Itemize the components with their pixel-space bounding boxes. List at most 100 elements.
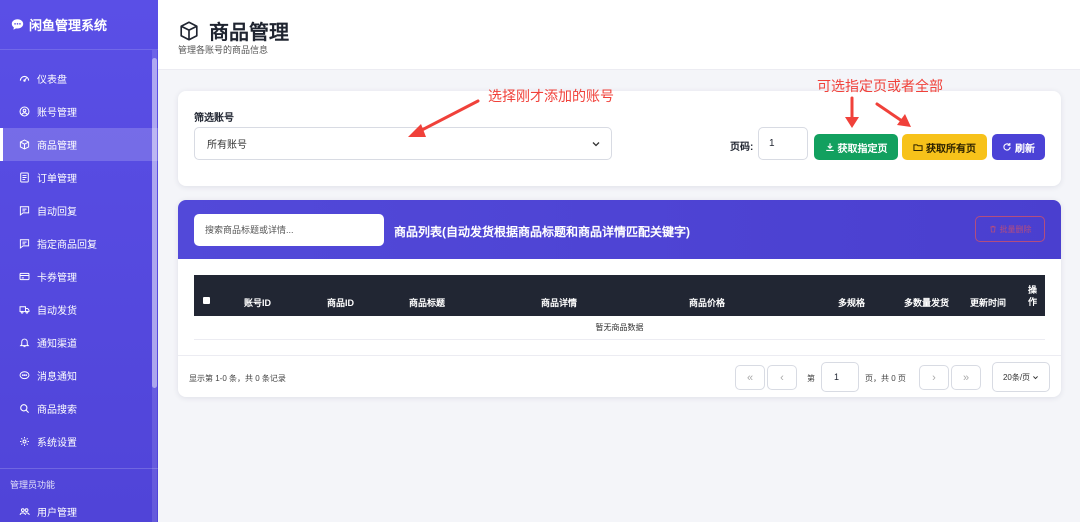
page-total: 页，共 0 页	[865, 374, 906, 383]
sidebar-item-notify-channels[interactable]: 通知渠道	[0, 326, 158, 359]
refresh-button[interactable]: 刷新	[992, 134, 1045, 160]
page-size-select[interactable]: 20条/页	[992, 362, 1050, 392]
chat-icon	[18, 238, 30, 250]
admin-section-heading: 管理员功能	[0, 468, 158, 495]
user-circle-icon	[18, 106, 30, 118]
receipt-icon	[18, 172, 30, 184]
sidebar-nav: 仪表盘 账号管理 商品管理 订单管理 自动回复 指定商品回复 卡券管理 自动发货…	[0, 50, 158, 522]
column-header-item-title[interactable]: 商品标题	[409, 296, 445, 309]
column-header-multi-spec[interactable]: 多规格	[838, 296, 865, 309]
column-header-actions[interactable]: 操作	[1028, 284, 1040, 308]
filter-account-label: 筛选账号	[194, 113, 234, 124]
brand-title: 闲鱼管理系统	[29, 18, 108, 33]
page-header: 商品管理 管理各账号的商品信息	[158, 0, 1080, 70]
sidebar-item-label: 商品搜索	[37, 405, 77, 416]
page-subtitle: 管理各账号的商品信息	[178, 45, 269, 55]
page-number-label: 页码:	[730, 142, 754, 153]
filter-card: 筛选账号 所有账号 页码: 1 获取指定页 获取所有页 刷新	[178, 91, 1061, 186]
sidebar-item-messages[interactable]: 消息通知	[0, 359, 158, 392]
chat-icon	[18, 205, 30, 217]
page-title-row: 商品管理	[178, 16, 289, 45]
sidebar-item-label: 订单管理	[37, 174, 77, 185]
sidebar-item-label: 系统设置	[37, 438, 77, 449]
fetch-all-button[interactable]: 获取所有页	[902, 134, 987, 160]
message-icon	[18, 370, 30, 382]
download-icon	[825, 142, 835, 152]
record-count-info: 显示第 1-0 条，共 0 条记录	[189, 374, 286, 383]
column-header-item-price[interactable]: 商品价格	[689, 296, 725, 309]
card-icon	[18, 271, 30, 283]
page-size-value: 20条/页	[1002, 372, 1031, 382]
fetch-page-label: 获取指定页	[837, 143, 888, 155]
product-list-card: 商品列表(自动发货根据商品标题和商品详情匹配关键字) 批量删除 账号ID 商品I…	[178, 200, 1061, 397]
column-header-item-detail[interactable]: 商品详情	[541, 296, 577, 309]
chevron-down-icon	[591, 139, 601, 149]
column-header-updated-at[interactable]: 更新时间	[970, 296, 1006, 309]
sidebar-item-label: 指定商品回复	[37, 240, 97, 251]
gear-icon	[18, 436, 30, 448]
sidebar-item-label: 自动发货	[37, 306, 77, 317]
refresh-icon	[1002, 142, 1012, 152]
product-list-header: 商品列表(自动发货根据商品标题和商品详情匹配关键字) 批量删除	[178, 200, 1061, 259]
page-title: 商品管理	[209, 22, 289, 44]
chevron-down-icon	[1032, 374, 1039, 381]
product-list-title: 商品列表(自动发货根据商品标题和商品详情匹配关键字)	[394, 225, 690, 239]
box-icon	[178, 20, 200, 42]
sidebar-item-auto-reply[interactable]: 自动回复	[0, 194, 158, 227]
sidebar-item-products[interactable]: 商品管理	[0, 128, 158, 161]
column-header-item-id[interactable]: 商品ID	[327, 296, 354, 309]
account-select[interactable]: 所有账号	[194, 127, 612, 160]
table-header: 账号ID 商品ID 商品标题 商品详情 商品价格 多规格 多数量发货 更新时间 …	[194, 275, 1045, 316]
sidebar-item-dashboard[interactable]: 仪表盘	[0, 62, 158, 95]
pagination-bar: 显示第 1-0 条，共 0 条记录 « ‹ 第 1 页，共 0 页 › » 20…	[178, 355, 1061, 397]
sidebar-item-accounts[interactable]: 账号管理	[0, 95, 158, 128]
sidebar-item-product-search[interactable]: 商品搜索	[0, 392, 158, 425]
sidebar-item-label: 账号管理	[37, 108, 77, 119]
column-header-multi-qty[interactable]: 多数量发货	[904, 296, 949, 309]
page-number-input[interactable]: 1	[758, 127, 808, 160]
scrollbar-thumb[interactable]	[152, 58, 157, 388]
sidebar-item-auto-delivery[interactable]: 自动发货	[0, 293, 158, 326]
annotation-select-account: 选择刚才添加的账号	[488, 89, 614, 105]
search-icon	[18, 403, 30, 415]
folder-icon	[913, 142, 923, 152]
sidebar-item-label: 商品管理	[37, 141, 77, 152]
page-prefix: 第	[807, 374, 815, 383]
sidebar-item-item-reply[interactable]: 指定商品回复	[0, 227, 158, 260]
sidebar-item-label: 仪表盘	[37, 75, 67, 86]
trash-icon	[989, 225, 997, 233]
bulk-delete-label: 批量删除	[999, 224, 1032, 234]
column-header-account-id[interactable]: 账号ID	[244, 296, 271, 309]
brand[interactable]: 闲鱼管理系统	[0, 0, 158, 50]
sidebar-item-label: 用户管理	[37, 508, 77, 519]
fetch-all-label: 获取所有页	[926, 143, 976, 155]
product-search-input[interactable]	[194, 214, 384, 246]
sidebar: 闲鱼管理系统 仪表盘 账号管理 商品管理 订单管理 自动回复 指定商品回复 卡券…	[0, 0, 158, 522]
chat-bubble-icon	[10, 18, 24, 32]
truck-icon	[18, 304, 30, 316]
sidebar-item-label: 自动回复	[37, 207, 77, 218]
last-page-button[interactable]: »	[951, 365, 981, 390]
users-icon	[18, 506, 30, 518]
prev-page-button[interactable]: ‹	[767, 365, 797, 390]
empty-table-row: 暂无商品数据	[194, 316, 1045, 340]
sidebar-item-settings[interactable]: 系统设置	[0, 425, 158, 458]
bell-icon	[18, 337, 30, 349]
first-page-button[interactable]: «	[735, 365, 765, 390]
next-page-button[interactable]: ›	[919, 365, 949, 390]
page-jump-input[interactable]: 1	[821, 362, 859, 392]
sidebar-scrollbar[interactable]	[152, 50, 157, 522]
bulk-delete-button[interactable]: 批量删除	[975, 216, 1045, 242]
account-select-value: 所有账号	[207, 140, 247, 151]
sidebar-item-label: 卡券管理	[37, 273, 77, 284]
sidebar-item-cards[interactable]: 卡券管理	[0, 260, 158, 293]
sidebar-item-orders[interactable]: 订单管理	[0, 161, 158, 194]
select-all-checkbox[interactable]	[203, 297, 210, 304]
annotation-page-or-all: 可选指定页或者全部	[817, 79, 943, 95]
fetch-page-button[interactable]: 获取指定页	[814, 134, 898, 160]
sidebar-item-user-management[interactable]: 用户管理	[0, 495, 158, 522]
sidebar-item-label: 消息通知	[37, 372, 77, 383]
refresh-label: 刷新	[1015, 143, 1035, 155]
box-icon	[18, 139, 30, 151]
dashboard-icon	[18, 73, 30, 85]
